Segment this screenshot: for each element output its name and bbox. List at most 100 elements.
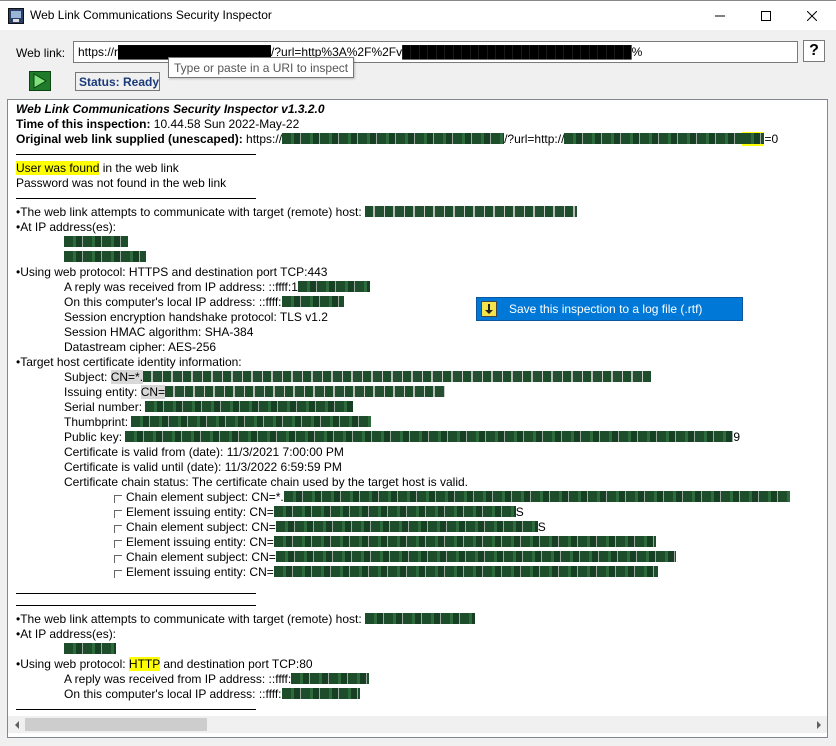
thumb-label: Thumbprint: <box>64 415 132 429</box>
scroll-left-button[interactable] <box>8 716 25 733</box>
cert-issuing-line: Issuing entity: CN= <box>16 385 827 400</box>
tree-connector-icon <box>114 510 122 518</box>
chain-label: Element issuing entity: <box>126 535 250 549</box>
ip-addresses-label: •At IP address(es): <box>16 220 117 234</box>
minimize-icon <box>715 15 725 17</box>
chain-element: Element issuing entity: CN= <box>16 565 827 580</box>
status-indicator: Status: Ready <box>75 72 160 91</box>
chain-label: Element issuing entity: <box>126 565 250 579</box>
target-host-line: •The web link attempts to communicate wi… <box>16 205 827 220</box>
close-button[interactable] <box>789 1 835 31</box>
section-divider <box>16 147 256 155</box>
time-value: 10.44.58 Sun 2022-May-22 <box>150 117 300 131</box>
protocol-suffix: and destination port TCP:80 <box>160 657 313 671</box>
chain-label: Chain element subject: <box>126 520 252 534</box>
hmac-line: Session HMAC algorithm: SHA-384 <box>64 325 254 339</box>
tree-connector-icon <box>114 540 122 548</box>
chevron-left-icon <box>14 720 19 729</box>
section-divider <box>16 586 256 594</box>
password-line: Password was not found in the web link <box>16 176 227 190</box>
serial-label: Serial number: <box>64 400 146 414</box>
target-label: •The web link attempts to communicate wi… <box>16 205 366 219</box>
url-value: https://r██████████████████/?url=http%3A… <box>78 45 643 59</box>
user-line: User was found in the web link <box>16 161 827 176</box>
protocol-line: •Using web protocol: HTTPS and destinati… <box>16 265 328 279</box>
issuing-prefix: CN= <box>140 385 166 399</box>
tree-connector-icon <box>114 525 122 533</box>
redacted-target-host <box>365 206 578 217</box>
section-divider <box>16 598 256 606</box>
chain-element: Chain element subject: CN= S <box>16 520 827 535</box>
minimize-button[interactable] <box>697 1 743 31</box>
ip-addresses-label: •At IP address(es): <box>16 627 117 641</box>
section-divider <box>16 191 256 199</box>
chain-element: Element issuing entity: CN= <box>16 535 827 550</box>
tree-connector-icon <box>114 495 122 503</box>
scroll-right-button[interactable] <box>810 716 827 733</box>
chain-label: Element issuing entity: <box>126 505 250 519</box>
user-found-rest: in the web link <box>99 161 179 175</box>
subject-prefix: CN=*. <box>110 370 144 384</box>
redacted-ip <box>291 673 370 684</box>
chain-prefix: CN= <box>251 520 276 534</box>
inspection-report[interactable]: Web Link Communications Security Inspect… <box>7 99 828 738</box>
original-prefix: https:// <box>242 132 283 146</box>
reply-line: A reply was received from IP address: ::… <box>16 672 827 687</box>
redacted-pubkey <box>125 431 734 442</box>
valid-until-line: Certificate is valid until (date): 11/3/… <box>64 460 342 474</box>
report-heading: Web Link Communications Security Inspect… <box>16 102 325 116</box>
chain-prefix: CN= <box>251 550 276 564</box>
context-menu-label: Save this inspection to a log file (.rtf… <box>509 302 703 316</box>
redacted-chain-value <box>275 551 676 562</box>
redacted-thumbprint <box>131 416 372 427</box>
scrollbar-thumb[interactable] <box>25 718 207 731</box>
chain-status-line: Certificate chain status: The certificat… <box>64 475 468 489</box>
reply-label: A reply was received from IP address: ::… <box>64 280 298 294</box>
reply-label: A reply was received from IP address: ::… <box>64 672 292 686</box>
redacted-chain-value <box>275 521 538 532</box>
user-found-text: User was found <box>16 161 100 175</box>
original-suffix: =0 <box>764 132 779 146</box>
original-label: Original web link supplied (unescaped): <box>16 132 243 146</box>
horizontal-scrollbar[interactable] <box>8 716 827 733</box>
inspect-go-button[interactable] <box>29 71 51 91</box>
window-title: Web Link Communications Security Inspect… <box>30 8 272 22</box>
redacted-subject <box>143 371 652 382</box>
local-label: On this computer's local IP address: ::f… <box>64 295 282 309</box>
redacted-ip <box>281 296 344 307</box>
pubkey-suffix: 9 <box>733 430 741 444</box>
time-label: Time of this inspection: <box>16 117 151 131</box>
maximize-icon <box>761 11 771 21</box>
target-host-line: •The web link attempts to communicate wi… <box>16 612 827 627</box>
original-middle: /?url=http:// <box>504 132 565 146</box>
cipher-line: Datastream cipher: AES-256 <box>64 340 217 354</box>
chain-label: Chain element subject: <box>126 490 252 504</box>
chain-prefix: CN=*. <box>251 490 284 504</box>
cert-subject-line: Subject: CN=*. <box>16 370 827 385</box>
redacted-ip <box>297 281 370 292</box>
close-icon <box>807 11 817 21</box>
cert-pubkey-line: Public key: 9 <box>16 430 827 445</box>
weblink-label: Web link: <box>16 46 66 60</box>
chain-prefix: CN= <box>249 505 274 519</box>
context-menu-save-log[interactable]: Save this inspection to a log file (.rtf… <box>476 297 743 321</box>
redacted-ip <box>64 251 146 262</box>
redacted-query <box>564 133 743 144</box>
chain-prefix: CN= <box>249 565 274 579</box>
redacted-target-host <box>365 613 476 624</box>
chain-label: Chain element subject: <box>126 550 252 564</box>
url-tooltip: Type or paste in a URI to inspect <box>168 57 355 78</box>
redacted-ip <box>281 688 360 699</box>
cert-serial-line: Serial number: <box>16 400 827 415</box>
redacted-ip <box>64 643 116 654</box>
section-divider <box>16 702 256 710</box>
help-button[interactable]: ? <box>803 40 825 62</box>
maximize-button[interactable] <box>743 1 789 31</box>
redacted-chain-value <box>273 536 656 547</box>
ip-address-item <box>16 250 827 265</box>
reply-line: A reply was received from IP address: ::… <box>16 280 827 295</box>
redacted-user <box>742 133 765 144</box>
cert-info-label: •Target host certificate identity inform… <box>16 355 242 369</box>
issuing-label: Issuing entity: <box>64 385 141 399</box>
tree-connector-icon <box>114 570 122 578</box>
